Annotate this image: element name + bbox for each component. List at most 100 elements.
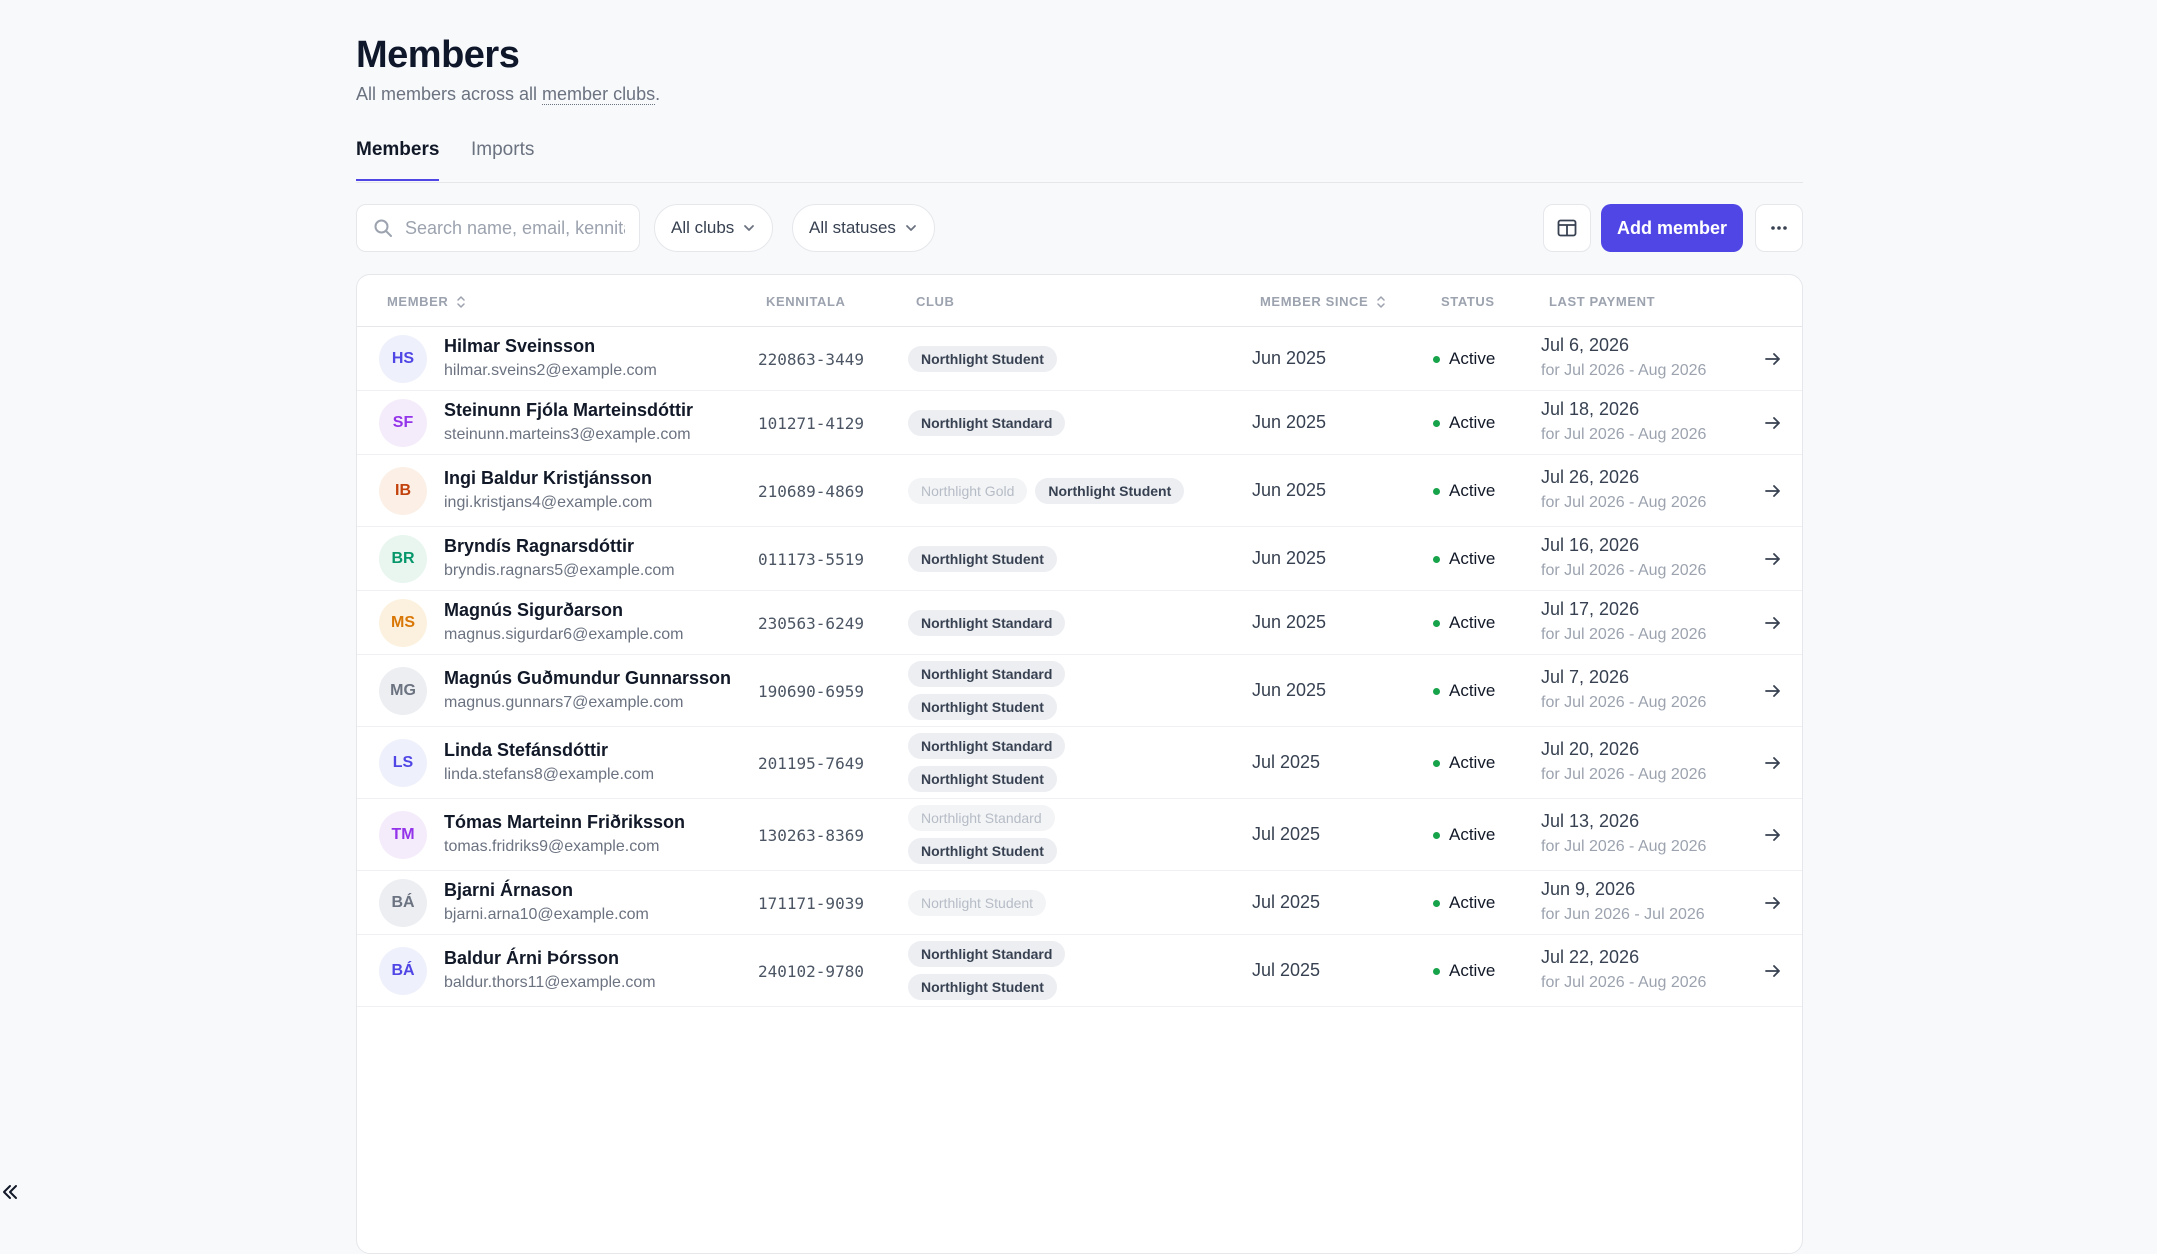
member-since: Jul 2025 — [1252, 824, 1321, 844]
columns-toggle-button[interactable] — [1543, 204, 1591, 252]
column-member-since[interactable]: MEMBER SINCE — [1260, 294, 1386, 309]
column-member[interactable]: MEMBER — [387, 294, 466, 309]
status-label: Active — [1449, 613, 1496, 632]
arrow-right-icon[interactable] — [1761, 479, 1785, 503]
kennitala: 130263-8369 — [758, 826, 864, 845]
arrow-right-icon[interactable] — [1761, 547, 1785, 571]
last-payment-date: Jul 13, 2026 — [1541, 811, 1640, 831]
table-row[interactable]: HS Hilmar Sveinsson hilmar.sveins2@example… — [357, 327, 1802, 391]
kennitala: 011173-5519 — [758, 550, 864, 569]
table-row[interactable]: TM Tómas Marteinn Friðriksson tomas.fridri… — [357, 799, 1802, 871]
club-list: Northlight Standard Northlight Student — [908, 661, 1208, 720]
last-payment-date: Jul 6, 2026 — [1541, 335, 1630, 355]
member-name[interactable]: Linda Stefánsdóttir — [444, 740, 608, 761]
status-label: Active — [1449, 549, 1496, 568]
club-list: Northlight Student — [908, 346, 1208, 372]
member-name[interactable]: Bjarni Árnason — [444, 880, 573, 901]
table-row[interactable]: LS Linda Stefánsdóttir linda.stefans8@exam… — [357, 727, 1802, 799]
last-payment-period: for Jul 2026 - Aug 2026 — [1541, 426, 1707, 443]
arrow-right-icon[interactable] — [1761, 611, 1785, 635]
member-since: Jun 2025 — [1252, 548, 1327, 568]
table-row[interactable]: BÁ Baldur Árni Þórsson baldur.thors11@exam… — [357, 935, 1802, 1007]
arrow-right-icon[interactable] — [1761, 679, 1785, 703]
club-badge: Northlight Student — [908, 694, 1057, 720]
table-row[interactable]: MS Magnús Sigurðarson magnus.sigurdar6@exa… — [357, 591, 1802, 655]
last-payment-period: for Jul 2026 - Aug 2026 — [1541, 494, 1707, 511]
kennitala: 201195-7649 — [758, 754, 864, 773]
add-member-button[interactable]: Add member — [1601, 204, 1743, 252]
kennitala: 240102-9780 — [758, 962, 864, 981]
member-name[interactable]: Tómas Marteinn Friðriksson — [444, 812, 685, 833]
member-since: Jul 2025 — [1252, 960, 1321, 980]
club-list: Northlight Standard — [908, 410, 1208, 436]
more-options-button[interactable] — [1755, 204, 1803, 252]
club-badge: Northlight Student — [908, 974, 1057, 1000]
member-name[interactable]: Hilmar Sveinsson — [444, 336, 595, 357]
club-badge: Northlight Standard — [908, 805, 1055, 831]
kennitala: 220863-3449 — [758, 350, 864, 369]
collapse-sidebar-icon[interactable] — [0, 1178, 20, 1206]
column-member-since-label: MEMBER SINCE — [1260, 294, 1369, 309]
member-name[interactable]: Ingi Baldur Kristjánsson — [444, 468, 652, 489]
last-payment-date: Jul 26, 2026 — [1541, 467, 1640, 487]
status-badge: Active — [1433, 481, 1495, 501]
last-payment-date: Jul 16, 2026 — [1541, 535, 1640, 555]
club-badge: Northlight Standard — [908, 661, 1066, 687]
avatar: MS — [379, 599, 427, 647]
status-filter[interactable]: All statuses — [792, 204, 935, 252]
status-dot-icon — [1433, 619, 1440, 627]
search-icon — [374, 219, 392, 237]
status-dot-icon — [1433, 967, 1440, 975]
status-badge: Active — [1433, 893, 1495, 913]
table-row[interactable]: SF Steinunn Fjóla Marteinsdóttir steinunn.… — [357, 391, 1802, 455]
kennitala: 190690-6959 — [758, 682, 864, 701]
arrow-right-icon[interactable] — [1761, 823, 1785, 847]
member-since: Jun 2025 — [1252, 680, 1327, 700]
status-dot-icon — [1433, 419, 1440, 427]
table-row[interactable]: BR Bryndís Ragnarsdóttir bryndis.ragnars5@… — [357, 527, 1802, 591]
tab-members[interactable]: Members — [356, 139, 440, 181]
search-box[interactable] — [356, 204, 640, 252]
clubs-filter[interactable]: All clubs — [654, 204, 774, 252]
tab-imports[interactable]: Imports — [471, 139, 534, 179]
kennitala: 230563-6249 — [758, 614, 864, 633]
avatar: HS — [379, 335, 427, 383]
table-row[interactable]: MG Magnús Guðmundur Gunnarsson magnus.gunn… — [357, 655, 1802, 727]
club-badge: Northlight Student — [908, 838, 1057, 864]
status-badge: Active — [1433, 753, 1495, 773]
last-payment-date: Jun 9, 2026 — [1541, 879, 1636, 899]
status-badge: Active — [1433, 613, 1495, 633]
table-row[interactable]: IB Ingi Baldur Kristjánsson ingi.kristjans… — [357, 455, 1802, 527]
member-name[interactable]: Steinunn Fjóla Marteinsdóttir — [444, 400, 693, 421]
table-row[interactable]: BÁ Bjarni Árnason bjarni.arna10@example.co… — [357, 871, 1802, 935]
arrow-right-icon[interactable] — [1761, 347, 1785, 371]
club-list: Northlight Standard Northlight Student — [908, 733, 1208, 792]
member-name[interactable]: Bryndís Ragnarsdóttir — [444, 536, 634, 557]
column-club: CLUB — [916, 294, 955, 309]
member-email: magnus.sigurdar6@example.com — [444, 626, 684, 643]
arrow-right-icon[interactable] — [1761, 411, 1785, 435]
member-name[interactable]: Magnús Sigurðarson — [444, 600, 623, 621]
arrow-right-icon[interactable] — [1761, 959, 1785, 983]
last-payment-period: for Jun 2026 - Jul 2026 — [1541, 906, 1705, 923]
status-badge: Active — [1433, 681, 1495, 701]
status-filter-label: All statuses — [809, 218, 896, 237]
member-name[interactable]: Magnús Guðmundur Gunnarsson — [444, 668, 731, 689]
kennitala: 171171-9039 — [758, 894, 864, 913]
search-input[interactable] — [405, 217, 625, 239]
status-dot-icon — [1433, 687, 1440, 695]
avatar: BÁ — [379, 879, 427, 927]
member-clubs-link[interactable]: member clubs — [542, 84, 656, 105]
arrow-right-icon[interactable] — [1761, 751, 1785, 775]
status-badge: Active — [1433, 825, 1495, 845]
status-dot-icon — [1433, 899, 1440, 907]
member-name[interactable]: Baldur Árni Þórsson — [444, 948, 619, 969]
avatar: BR — [379, 535, 427, 583]
club-list: Northlight Standard Northlight Student — [908, 941, 1208, 1000]
club-badge: Northlight Student — [908, 766, 1057, 792]
arrow-right-icon[interactable] — [1761, 891, 1785, 915]
member-email: baldur.thors11@example.com — [444, 974, 656, 991]
member-since: Jun 2025 — [1252, 348, 1327, 368]
club-list: Northlight Student — [908, 890, 1208, 916]
club-badge: Northlight Standard — [908, 610, 1066, 636]
